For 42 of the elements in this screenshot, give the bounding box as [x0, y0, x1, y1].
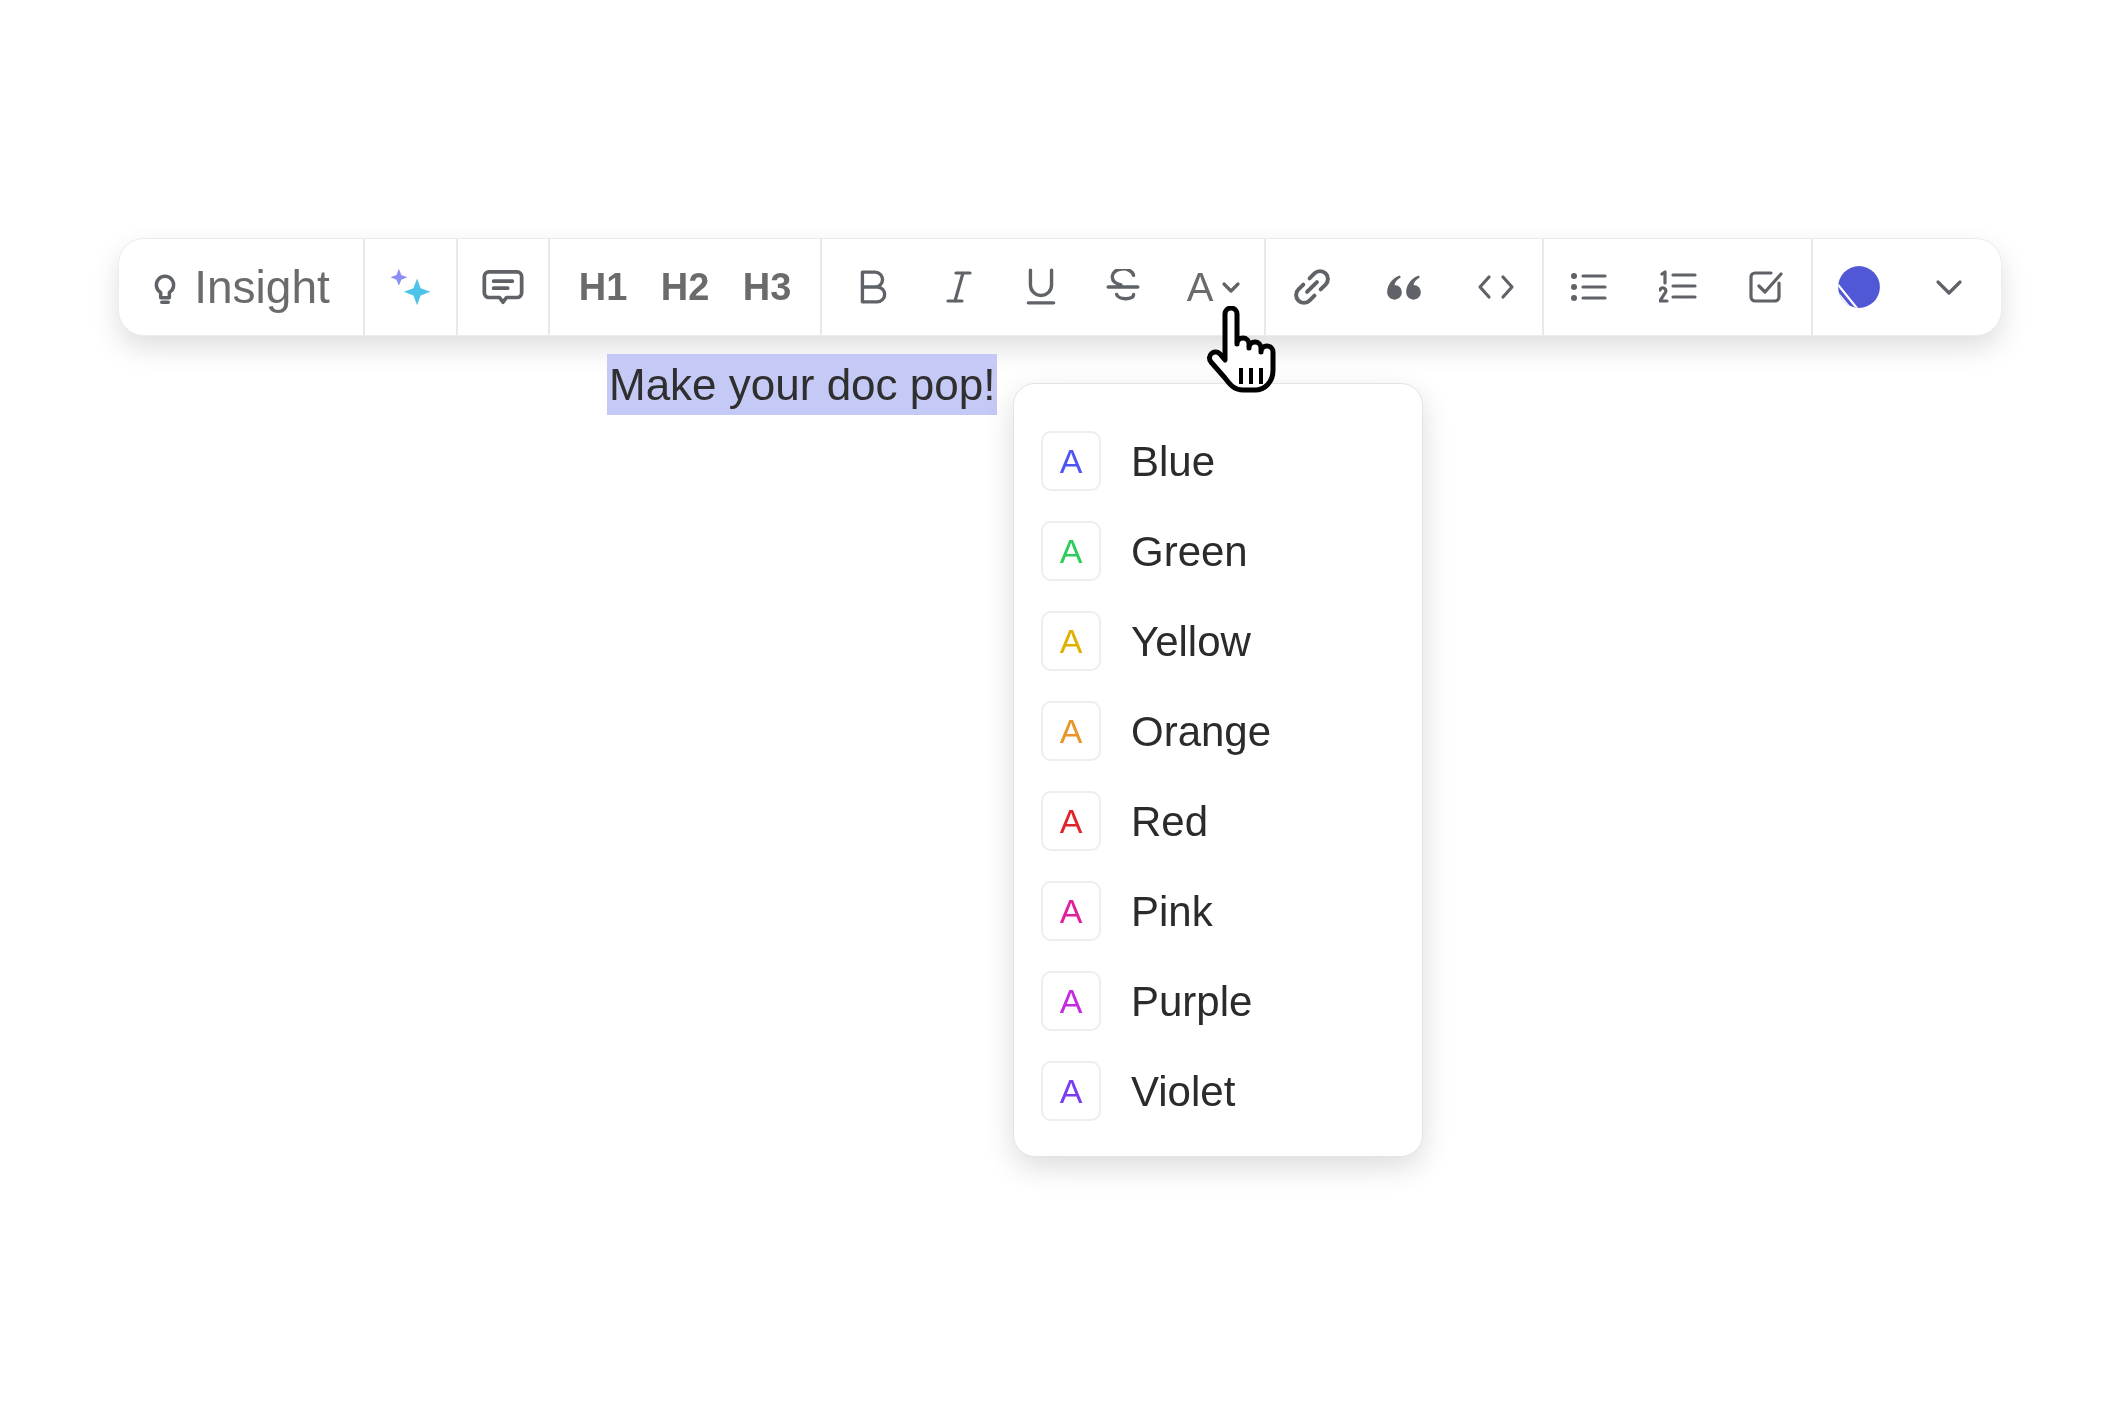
- italic-icon: [944, 269, 974, 305]
- color-option[interactable]: A Purple: [1041, 956, 1395, 1046]
- text-color-button[interactable]: A: [1164, 238, 1264, 336]
- link-icon: [1291, 266, 1333, 308]
- heading-button[interactable]: H3: [726, 238, 808, 336]
- color-label: Pink: [1131, 886, 1213, 937]
- color-swatch: A: [1041, 971, 1101, 1031]
- color-option[interactable]: A Green: [1041, 506, 1395, 596]
- selected-text: Make your doc pop!: [607, 354, 998, 415]
- color-option[interactable]: A Red: [1041, 776, 1395, 866]
- color-label: Green: [1131, 526, 1248, 577]
- color-label: Purple: [1131, 976, 1253, 1027]
- comment-icon: [482, 268, 524, 306]
- caret-icon: [1221, 279, 1242, 295]
- insight-button[interactable]: Insight: [119, 238, 363, 336]
- underline-icon: [1025, 268, 1057, 306]
- color-option[interactable]: A Orange: [1041, 686, 1395, 776]
- color-option[interactable]: A Pink: [1041, 866, 1395, 956]
- numbered-list-icon: [1658, 270, 1697, 304]
- color-swatch: A: [1041, 881, 1101, 941]
- heading-button[interactable]: H1: [562, 238, 644, 336]
- color-swatch: A: [1041, 521, 1101, 581]
- color-swatch: A: [1041, 1061, 1101, 1121]
- color-option[interactable]: A Violet: [1041, 1046, 1395, 1136]
- bullet-list-icon: [1569, 271, 1608, 303]
- striped-circle-icon: [1837, 265, 1881, 309]
- color-swatch: A: [1041, 431, 1101, 491]
- heading-button[interactable]: H2: [644, 238, 726, 336]
- color-option[interactable]: A Yellow: [1041, 596, 1395, 686]
- color-swatch: A: [1041, 611, 1101, 671]
- color-swatch: A: [1041, 701, 1101, 761]
- color-label: Violet: [1131, 1066, 1236, 1117]
- bold-icon: [858, 269, 888, 305]
- chevron-down-icon: [1935, 277, 1963, 297]
- color-label: Blue: [1131, 436, 1216, 487]
- color-swatch: A: [1041, 791, 1101, 851]
- color-label: Orange: [1131, 706, 1272, 757]
- color-label: Red: [1131, 796, 1209, 847]
- code-icon: [1477, 273, 1515, 301]
- color-option[interactable]: A Blue: [1041, 416, 1395, 506]
- color-label: Yellow: [1131, 616, 1251, 667]
- checkbox-icon: [1748, 269, 1785, 305]
